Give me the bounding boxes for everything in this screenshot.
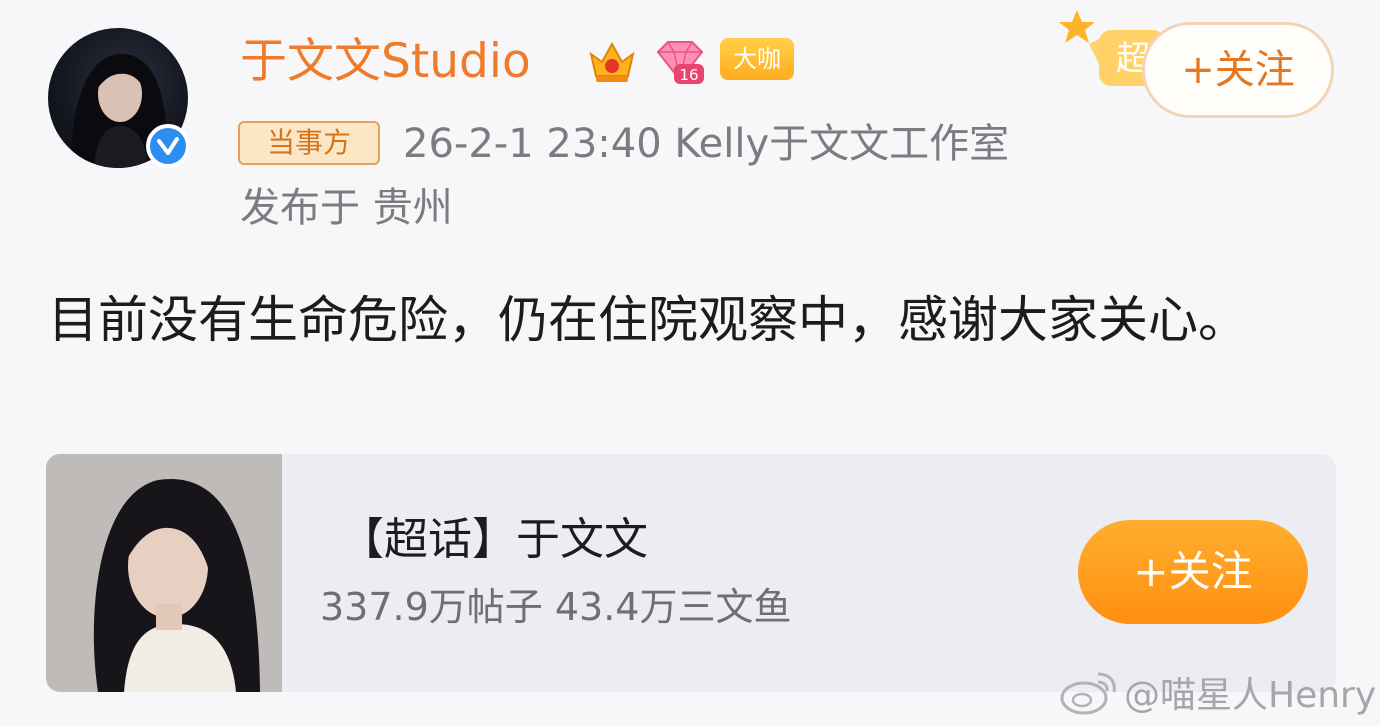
weibo-logo-icon bbox=[1060, 672, 1116, 715]
verified-icon bbox=[146, 124, 190, 168]
follow-button-top[interactable]: +关注 bbox=[1142, 22, 1334, 118]
post-meta: 26-2-1 23:40 Kelly于文文工作室 bbox=[403, 121, 1010, 167]
follow-button-card[interactable]: +关注 bbox=[1078, 520, 1308, 624]
level-number: 16 bbox=[679, 66, 698, 84]
crown-badge-icon bbox=[586, 36, 638, 86]
supertopic-card[interactable]: 【超话】于文文 337.9万帖子 43.4万三文鱼 +关注 bbox=[46, 454, 1336, 692]
supertopic-stats: 337.9万帖子 43.4万三文鱼 bbox=[320, 585, 792, 629]
party-tag: 当事方 bbox=[238, 121, 380, 165]
watermark: @喵星人Henry bbox=[1058, 664, 1376, 720]
weibo-post: 于文文Studio 16 大咖 超 +关注 当事方 26-2-1 23:40 K… bbox=[0, 0, 1380, 726]
post-body: 目前没有生命危险，仍在住院观察中，感谢大家关心。 bbox=[48, 291, 1248, 349]
author-name[interactable]: 于文文Studio bbox=[240, 30, 531, 94]
supertopic-image bbox=[46, 454, 282, 692]
daka-badge: 大咖 bbox=[720, 38, 794, 80]
supertopic-title[interactable]: 【超话】于文文 bbox=[340, 510, 648, 570]
gem-level-badge-icon: 16 bbox=[654, 38, 706, 86]
post-location: 发布于 贵州 bbox=[240, 185, 453, 231]
watermark-text: @喵星人Henry bbox=[1124, 675, 1377, 716]
